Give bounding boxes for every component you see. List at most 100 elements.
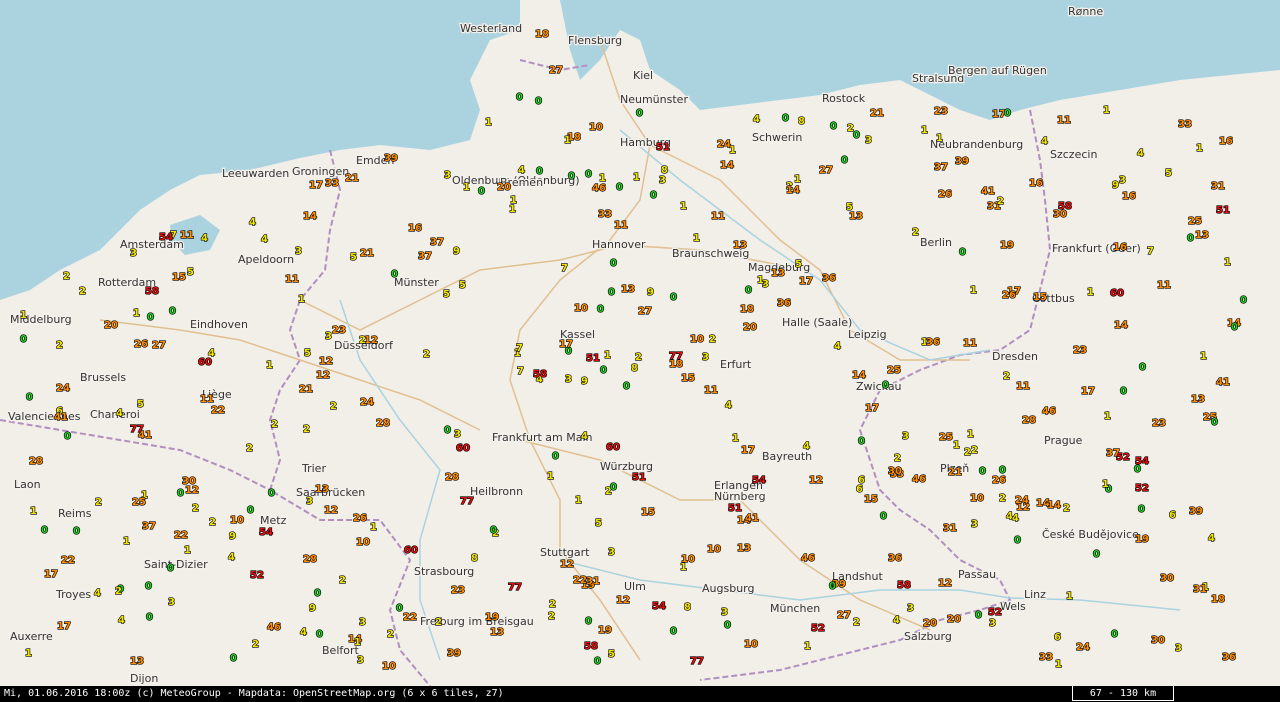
observation-value: 22 bbox=[211, 405, 225, 416]
observation-value: 36 bbox=[888, 553, 902, 564]
observation-value: 9 bbox=[229, 531, 236, 542]
observation-value: 51 bbox=[656, 142, 670, 153]
observation-value: 3 bbox=[907, 603, 914, 614]
observation-value: 54 bbox=[652, 601, 666, 612]
observation-value: 1 bbox=[354, 637, 361, 648]
observation-value: 41 bbox=[981, 186, 995, 197]
observation-value: 2 bbox=[56, 340, 63, 351]
observation-value: 4 bbox=[1137, 148, 1144, 159]
observation-value: 4 bbox=[300, 627, 307, 638]
city-label: Trier bbox=[301, 462, 326, 475]
observation-value: 28 bbox=[445, 472, 459, 483]
city-label: Charleroi bbox=[90, 408, 140, 421]
observation-value: 3 bbox=[565, 374, 572, 385]
observation-value: 4 bbox=[1012, 513, 1019, 524]
observation-value: 4 bbox=[518, 165, 525, 176]
city-label: Laon bbox=[14, 478, 41, 491]
city-label: Dijon bbox=[130, 672, 158, 685]
observation-value: 5 bbox=[595, 518, 602, 529]
observation-value: 4 bbox=[261, 234, 268, 245]
observation-value: 2 bbox=[303, 424, 310, 435]
observation-value: 0 bbox=[959, 247, 966, 258]
observation-value: 0 bbox=[616, 182, 623, 193]
observation-value: 2 bbox=[209, 517, 216, 528]
observation-value: 1 bbox=[547, 471, 554, 482]
observation-value: 5 bbox=[459, 280, 466, 291]
observation-value: 0 bbox=[316, 629, 323, 640]
observation-value: 1 bbox=[1055, 659, 1062, 670]
city-label: Eindhoven bbox=[190, 318, 248, 331]
observation-value: 0 bbox=[247, 505, 254, 516]
observation-value: 0 bbox=[516, 92, 523, 103]
observation-value: 5 bbox=[795, 259, 802, 270]
observation-value: 0 bbox=[597, 304, 604, 315]
observation-value: 8 bbox=[471, 553, 478, 564]
observation-value: 0 bbox=[145, 581, 152, 592]
observation-value: 17 bbox=[44, 569, 58, 580]
observation-value: 0 bbox=[1231, 322, 1238, 333]
observation-value: 2 bbox=[549, 599, 556, 610]
observation-value: 37 bbox=[1106, 448, 1120, 459]
observation-value: 41 bbox=[54, 412, 68, 423]
observation-value: 3 bbox=[971, 519, 978, 530]
observation-value: 2 bbox=[271, 419, 278, 430]
observation-value: 18 bbox=[1211, 594, 1225, 605]
observation-value: 3 bbox=[659, 175, 666, 186]
observation-value: 3 bbox=[454, 429, 461, 440]
map-canvas[interactable]: Westerland Flensburg Kiel Neumünster Rostock… bbox=[0, 0, 1280, 686]
observation-value: 3 bbox=[702, 352, 709, 363]
observation-value: 1 bbox=[20, 310, 27, 321]
observation-value: 1 bbox=[30, 506, 37, 517]
observation-value: 77 bbox=[669, 351, 683, 362]
observation-value: 3 bbox=[1175, 643, 1182, 654]
city-label: Rønne bbox=[1068, 5, 1103, 18]
observation-value: 10 bbox=[707, 544, 721, 555]
observation-value: 1 bbox=[463, 182, 470, 193]
observation-value: 1 bbox=[1200, 351, 1207, 362]
observation-value: 1 bbox=[680, 201, 687, 212]
observation-value: 13 bbox=[490, 627, 504, 638]
observation-value: 1 bbox=[564, 135, 571, 146]
observation-value: 20 bbox=[104, 320, 118, 331]
observation-value: 2 bbox=[330, 401, 337, 412]
observation-value: 36 bbox=[777, 298, 791, 309]
observation-value: 25 bbox=[1188, 216, 1202, 227]
observation-value: 0 bbox=[64, 431, 71, 442]
observation-value: 17 bbox=[1081, 386, 1095, 397]
observation-value: 9 bbox=[309, 603, 316, 614]
observation-value: 1 bbox=[921, 125, 928, 136]
observation-value: 1 bbox=[604, 350, 611, 361]
observation-value: 1 bbox=[1196, 143, 1203, 154]
observation-value: 2 bbox=[853, 617, 860, 628]
observation-value: 13 bbox=[621, 284, 635, 295]
observation-value: 0 bbox=[314, 588, 321, 599]
observation-value: 8 bbox=[798, 116, 805, 127]
observation-value: 19 bbox=[485, 612, 499, 623]
observation-value: 37 bbox=[934, 162, 948, 173]
observation-value: 0 bbox=[585, 616, 592, 627]
observation-value: 1 bbox=[123, 536, 130, 547]
observation-value: 0 bbox=[478, 186, 485, 197]
observation-value: 31 bbox=[1211, 181, 1225, 192]
observation-value: 13 bbox=[737, 543, 751, 554]
observation-value: 13 bbox=[130, 656, 144, 667]
observation-value: 24 bbox=[1076, 642, 1090, 653]
observation-value: 24 bbox=[56, 383, 70, 394]
observation-value: 3 bbox=[902, 431, 909, 442]
observation-value: 4 bbox=[228, 552, 235, 563]
observation-value: 1 bbox=[485, 117, 492, 128]
city-label: Münster bbox=[394, 276, 439, 289]
observation-value: 52 bbox=[1135, 483, 1149, 494]
observation-value: 36 bbox=[1222, 652, 1236, 663]
observation-value: 0 bbox=[20, 334, 27, 345]
observation-value: 0 bbox=[26, 392, 33, 403]
observation-value: 22 bbox=[403, 612, 417, 623]
observation-value: 4 bbox=[201, 233, 208, 244]
observation-value: 27 bbox=[819, 165, 833, 176]
observation-value: 0 bbox=[880, 511, 887, 522]
status-bar: Mi, 01.06.2016 18:00z (c) MeteoGroup - M… bbox=[0, 686, 1280, 702]
observation-value: 33 bbox=[1039, 652, 1053, 663]
observation-value: 24 bbox=[1015, 495, 1029, 506]
observation-value: 12 bbox=[809, 475, 823, 486]
observation-value: 4 bbox=[249, 217, 256, 228]
